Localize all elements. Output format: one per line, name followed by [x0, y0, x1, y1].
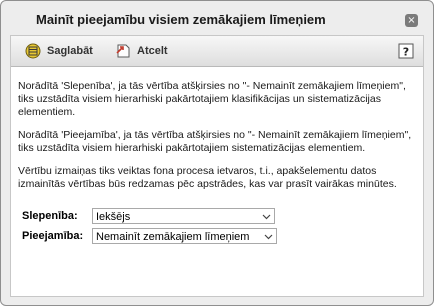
cancel-icon [116, 44, 130, 58]
secrecy-select[interactable]: Iekšējs [92, 208, 275, 224]
info-paragraph-background: Vērtību izmaiņas tiks veiktas fona proce… [18, 165, 397, 190]
toolbar: Saglabāt Atcelt ? [11, 36, 423, 67]
content: Norādītā 'Slepenība', ja tās vērtība atš… [18, 80, 414, 201]
close-icon: × [407, 15, 416, 26]
availability-select[interactable]: Nemainīt zemākajiem līmeņiem [92, 228, 277, 244]
dialog-title: Mainīt pieejamību visiem zemākajiem līme… [36, 12, 326, 27]
availability-value: Nemainīt zemākajiem līmeņiem [96, 231, 250, 243]
info-paragraph-availability: Norādītā 'Pieejamība', ja tās vērtība at… [18, 129, 412, 154]
save-label: Saglabāt [47, 45, 93, 57]
help-button[interactable]: ? [398, 43, 414, 59]
dialog: Mainīt pieejamību visiem zemākajiem līme… [0, 0, 434, 306]
close-button[interactable]: × [405, 14, 418, 27]
save-icon [25, 43, 41, 59]
secrecy-label: Slepenība: [22, 210, 78, 222]
chevron-down-icon [264, 234, 273, 240]
availability-label: Pieejamība: [22, 230, 84, 242]
chevron-down-icon [262, 214, 271, 220]
help-glyph: ? [403, 46, 409, 59]
info-paragraph-secrecy: Norādītā 'Slepenība', ja tās vērtība atš… [18, 80, 406, 118]
availability-row: Pieejamība: Nemainīt zemākajiem līmeņiem [22, 227, 277, 245]
cancel-button[interactable]: Atcelt [115, 42, 168, 60]
help-icon: ? [398, 43, 414, 59]
dialog-panel: Saglabāt Atcelt ? Norādītā 'Slepenība', … [10, 35, 424, 297]
secrecy-row: Slepenība: Iekšējs [22, 207, 275, 225]
save-button[interactable]: Saglabāt [25, 42, 93, 60]
cancel-label: Atcelt [137, 45, 168, 57]
dialog-titlebar[interactable]: Mainīt pieejamību visiem zemākajiem līme… [1, 1, 433, 35]
secrecy-value: Iekšējs [96, 211, 131, 223]
